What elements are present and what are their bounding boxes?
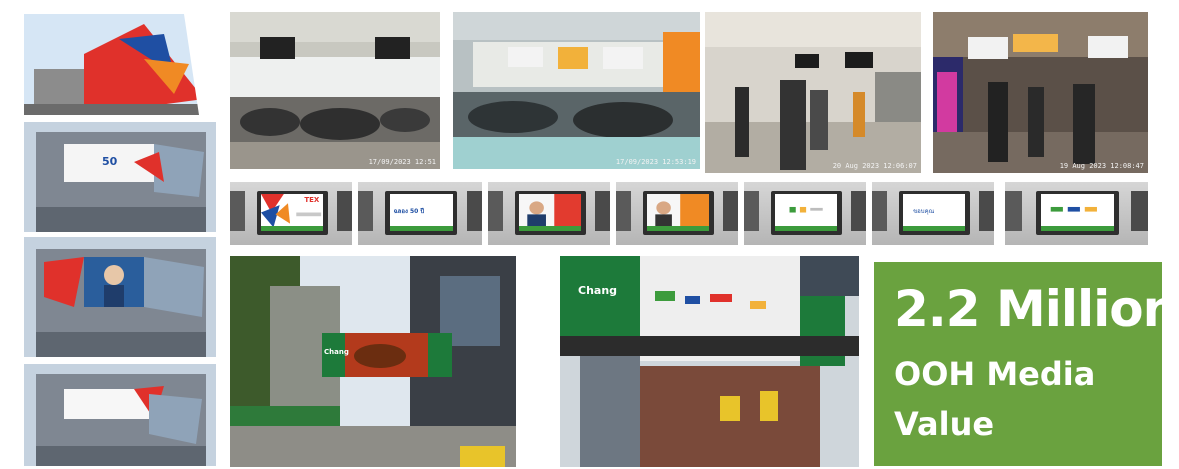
screen-thumb-1-text: TEX [304,196,320,205]
building-screen-photo-3 [24,364,216,466]
screen-thumb-6: ขอบคุณ [872,182,994,245]
building-screen-1-text: 50 [102,155,118,168]
stat-line-3: Value [894,405,995,443]
mall-photo: 19 Aug 2023 12:08:47 [933,12,1148,173]
screen-thumb-5 [744,182,866,245]
building-facade-photo [24,14,216,115]
stat-headline: 2.2 Million [894,280,1178,338]
food-court-photo: 17/09/2023 12:53:19 [453,12,700,169]
food-court-timestamp: 17/09/2023 12:53:19 [615,158,696,166]
building-screen-photo-2 [24,237,216,357]
lobby-timestamp: 20 Aug 2023 12:06:07 [832,162,917,170]
screen-thumb-6-text: ขอบคุณ [913,208,935,216]
overpass-billboard-photo: Chang [560,256,859,467]
media-value-stat: 2.2 Million OOH Media Value [874,262,1178,466]
lobby-photo: 20 Aug 2023 12:06:07 [705,12,921,173]
screen-thumb-7 [1005,182,1148,245]
screen-thumb-4 [616,182,738,245]
stat-line-2: OOH Media [894,355,1096,393]
screen-thumb-2-text: ฉลอง 50 ปี [393,208,425,216]
street-billboard-brand: Chang [324,348,349,356]
canteen-timestamp: 17/09/2023 12:51 [368,158,436,166]
screen-thumb-1: TEX [230,182,352,245]
canteen-photo: 17/09/2023 12:51 [230,12,440,169]
screen-thumb-2: ฉลอง 50 ปี [358,182,482,245]
street-billboard-photo: Chang [230,256,516,467]
building-screen-photo-1: 50 [24,122,216,232]
screen-thumb-3 [488,182,610,245]
mall-timestamp: 19 Aug 2023 12:08:47 [1059,162,1144,170]
overpass-billboard-brand: Chang [578,284,618,297]
